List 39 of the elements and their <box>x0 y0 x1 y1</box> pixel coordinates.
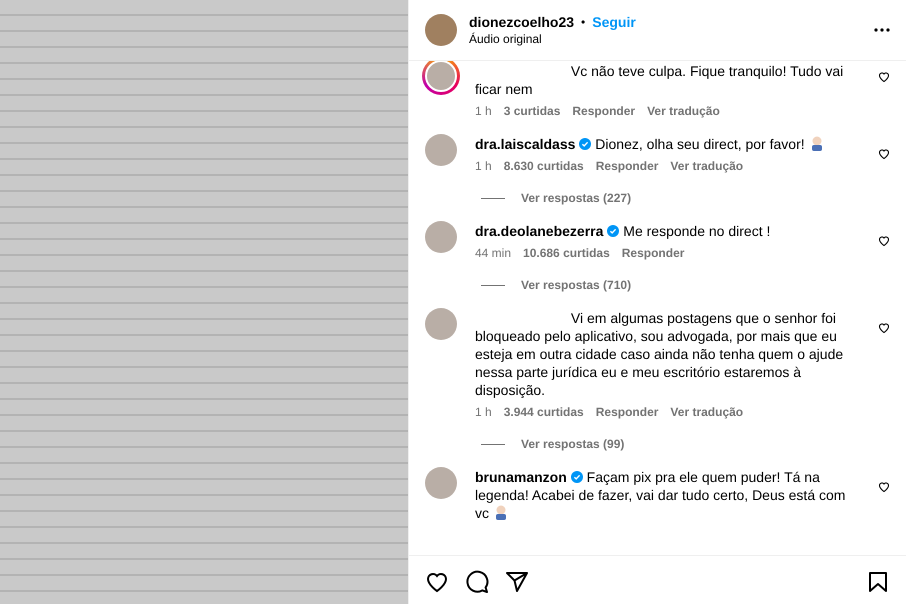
comment-icon[interactable] <box>465 570 489 594</box>
reply-link[interactable]: Responder <box>596 159 658 173</box>
comment-time: 44 min <box>475 246 512 260</box>
follow-link[interactable]: Seguir <box>592 14 636 30</box>
share-icon[interactable] <box>505 570 529 594</box>
view-replies-link[interactable]: Ver respostas (710) <box>521 278 632 292</box>
audio-label[interactable]: Áudio original <box>469 32 862 46</box>
translate-link[interactable]: Ver tradução <box>670 405 744 419</box>
comment-time: 1 h <box>475 159 492 173</box>
profile-avatar[interactable] <box>425 14 457 46</box>
reply-link[interactable]: Responder <box>596 405 658 419</box>
bookmark-icon[interactable] <box>866 570 890 594</box>
comment-text: brunamanzon Façam pix pra ele quem puder! Tá na legenda! Acabei de fazer, vai dar tudo certo, Deus está com vc <box>475 468 846 522</box>
comment-time: 1 h <box>475 104 492 118</box>
heart-icon[interactable] <box>878 71 890 83</box>
view-replies-link[interactable]: Ver respostas (227) <box>521 191 632 205</box>
comment-text: dra.laiscaldass Dionez, olha seu direct, por favor! <box>475 134 852 153</box>
comment-text: Vi em algumas postagens que o senhor foi bloqueado pelo aplicativo, sou advogada, por mais que eu esteja em outra cidade caso ainda não tenha quem o ajude nessa parte jurídica eu e meu escritório estaremos à disposição. <box>475 309 844 399</box>
translate-link[interactable]: Ver tradução <box>647 104 720 118</box>
likes-count[interactable]: 8.630 curtidas <box>504 159 584 173</box>
reply-link[interactable]: Responder <box>572 104 636 118</box>
likes-count[interactable]: 3.944 curtidas <box>504 405 584 419</box>
comment-text: dra.deolanebezerra Me responde no direct ! <box>475 222 772 240</box>
likes-count[interactable]: 3 curtidas <box>504 104 560 118</box>
view-replies-link[interactable]: Ver respostas (99) <box>521 437 624 451</box>
comment-text: Vc não teve culpa. Fique tranquilo! Tudo vai ficar nem <box>475 62 844 98</box>
username[interactable]: dionezcoelho23 <box>469 14 574 30</box>
heart-icon[interactable] <box>878 235 890 247</box>
heart-icon[interactable] <box>878 322 890 334</box>
heart-icon[interactable] <box>878 481 890 493</box>
reply-link[interactable]: Responder <box>622 246 684 260</box>
like-icon[interactable] <box>425 570 449 594</box>
more-options-icon[interactable] <box>874 28 890 32</box>
translate-link[interactable]: Ver tradução <box>670 159 744 173</box>
separator-dot: • <box>581 15 586 29</box>
likes-count[interactable]: 10.686 curtidas <box>523 246 610 260</box>
heart-icon[interactable] <box>878 148 890 160</box>
story-ring-avatar[interactable] <box>422 61 460 95</box>
comment-time: 1 h <box>475 405 492 419</box>
